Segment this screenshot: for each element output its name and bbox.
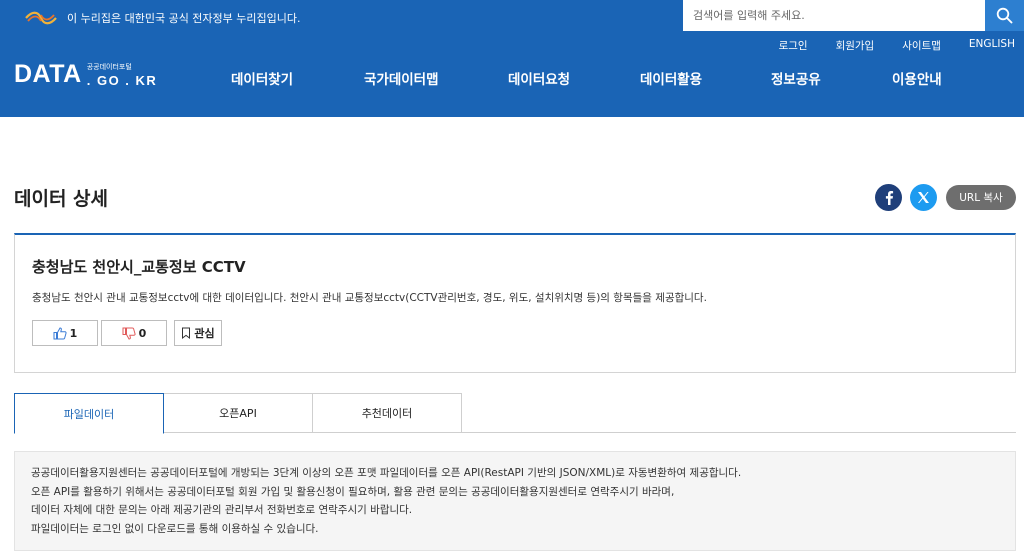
notice-line: 공공데이터활용지원센터는 공공데이터포털에 개방되는 3단계 이상의 오픈 포맷… bbox=[31, 467, 742, 479]
gov-notice: 이 누리집은 대한민국 공식 전자정부 누리집입니다. bbox=[24, 9, 301, 27]
facebook-share-button[interactable] bbox=[875, 184, 902, 211]
search-button[interactable] bbox=[985, 0, 1024, 31]
like-button[interactable]: 1 bbox=[32, 320, 98, 346]
gov-emblem-icon bbox=[25, 11, 57, 25]
notice-line: 데이터 자체에 대한 문의는 아래 제공기관의 관리부서 전화번호로 연락주시기… bbox=[31, 504, 413, 516]
tab-open-api[interactable]: 오픈API bbox=[163, 393, 313, 433]
dislike-count: 0 bbox=[138, 326, 147, 340]
nav-item-national-data-map[interactable]: 국가데이터맵 bbox=[364, 68, 439, 88]
thumbs-down-icon bbox=[122, 327, 136, 340]
page-title: 데이터 상세 bbox=[14, 188, 109, 210]
x-share-button[interactable] bbox=[910, 184, 937, 211]
english-link[interactable]: ENGLISH bbox=[969, 38, 1015, 53]
search-input[interactable] bbox=[683, 0, 985, 31]
facebook-icon bbox=[885, 191, 893, 205]
nav-item-info-share[interactable]: 정보공유 bbox=[771, 68, 821, 88]
login-link[interactable]: 로그인 bbox=[779, 38, 808, 53]
dataset-info-box: 충청남도 천안시_교통정보 CCTV 충청남도 천안시 관내 교통정보cctv에… bbox=[14, 233, 1016, 373]
thumbs-up-icon bbox=[53, 326, 67, 339]
like-count: 1 bbox=[69, 326, 78, 340]
bookmark-icon bbox=[182, 327, 191, 339]
url-copy-button[interactable]: URL 복사 bbox=[946, 185, 1016, 210]
dataset-description: 충청남도 천안시 관내 교통정보cctv에 대한 데이터입니다. 천안시 관내 … bbox=[32, 292, 707, 304]
x-twitter-icon bbox=[918, 192, 929, 203]
site-header: 이 누리집은 대한민국 공식 전자정부 누리집입니다. 로그인 회원가입 사이트… bbox=[0, 0, 1024, 117]
signup-link[interactable]: 회원가입 bbox=[836, 38, 875, 53]
interest-label: 관심 bbox=[194, 327, 215, 340]
notice-line: 오픈 API를 활용하기 위해서는 공공데이터포털 회원 가입 및 활용신청이 … bbox=[31, 485, 675, 498]
tab-file-data[interactable]: 파일데이터 bbox=[14, 393, 164, 434]
dislike-button[interactable]: 0 bbox=[101, 320, 167, 346]
main-nav: 데이터찾기 국가데이터맵 데이터요청 데이터활용 정보공유 이용안내 bbox=[0, 68, 1024, 88]
tab-recommended-data[interactable]: 추천데이터 bbox=[312, 393, 462, 433]
search-icon bbox=[996, 7, 1013, 24]
file-data-notice: 공공데이터활용지원센터는 공공데이터포털에 개방되는 3단계 이상의 오픈 포맷… bbox=[14, 451, 1016, 551]
dataset-title: 충청남도 천안시_교통정보 CCTV bbox=[32, 258, 246, 276]
nav-item-data-request[interactable]: 데이터요청 bbox=[508, 68, 570, 88]
notice-line: 파일데이터는 로그인 없이 다운로드를 통해 이용하실 수 있습니다. bbox=[31, 522, 319, 535]
utility-links: 로그인 회원가입 사이트맵 ENGLISH bbox=[751, 38, 1015, 53]
nav-item-data-use[interactable]: 데이터활용 bbox=[640, 68, 702, 88]
interest-button[interactable]: 관심 bbox=[174, 320, 222, 346]
gov-notice-text: 이 누리집은 대한민국 공식 전자정부 누리집입니다. bbox=[67, 12, 301, 25]
nav-item-data-search[interactable]: 데이터찾기 bbox=[231, 68, 293, 88]
sitemap-link[interactable]: 사이트맵 bbox=[902, 38, 941, 53]
nav-item-guide[interactable]: 이용안내 bbox=[892, 68, 942, 88]
